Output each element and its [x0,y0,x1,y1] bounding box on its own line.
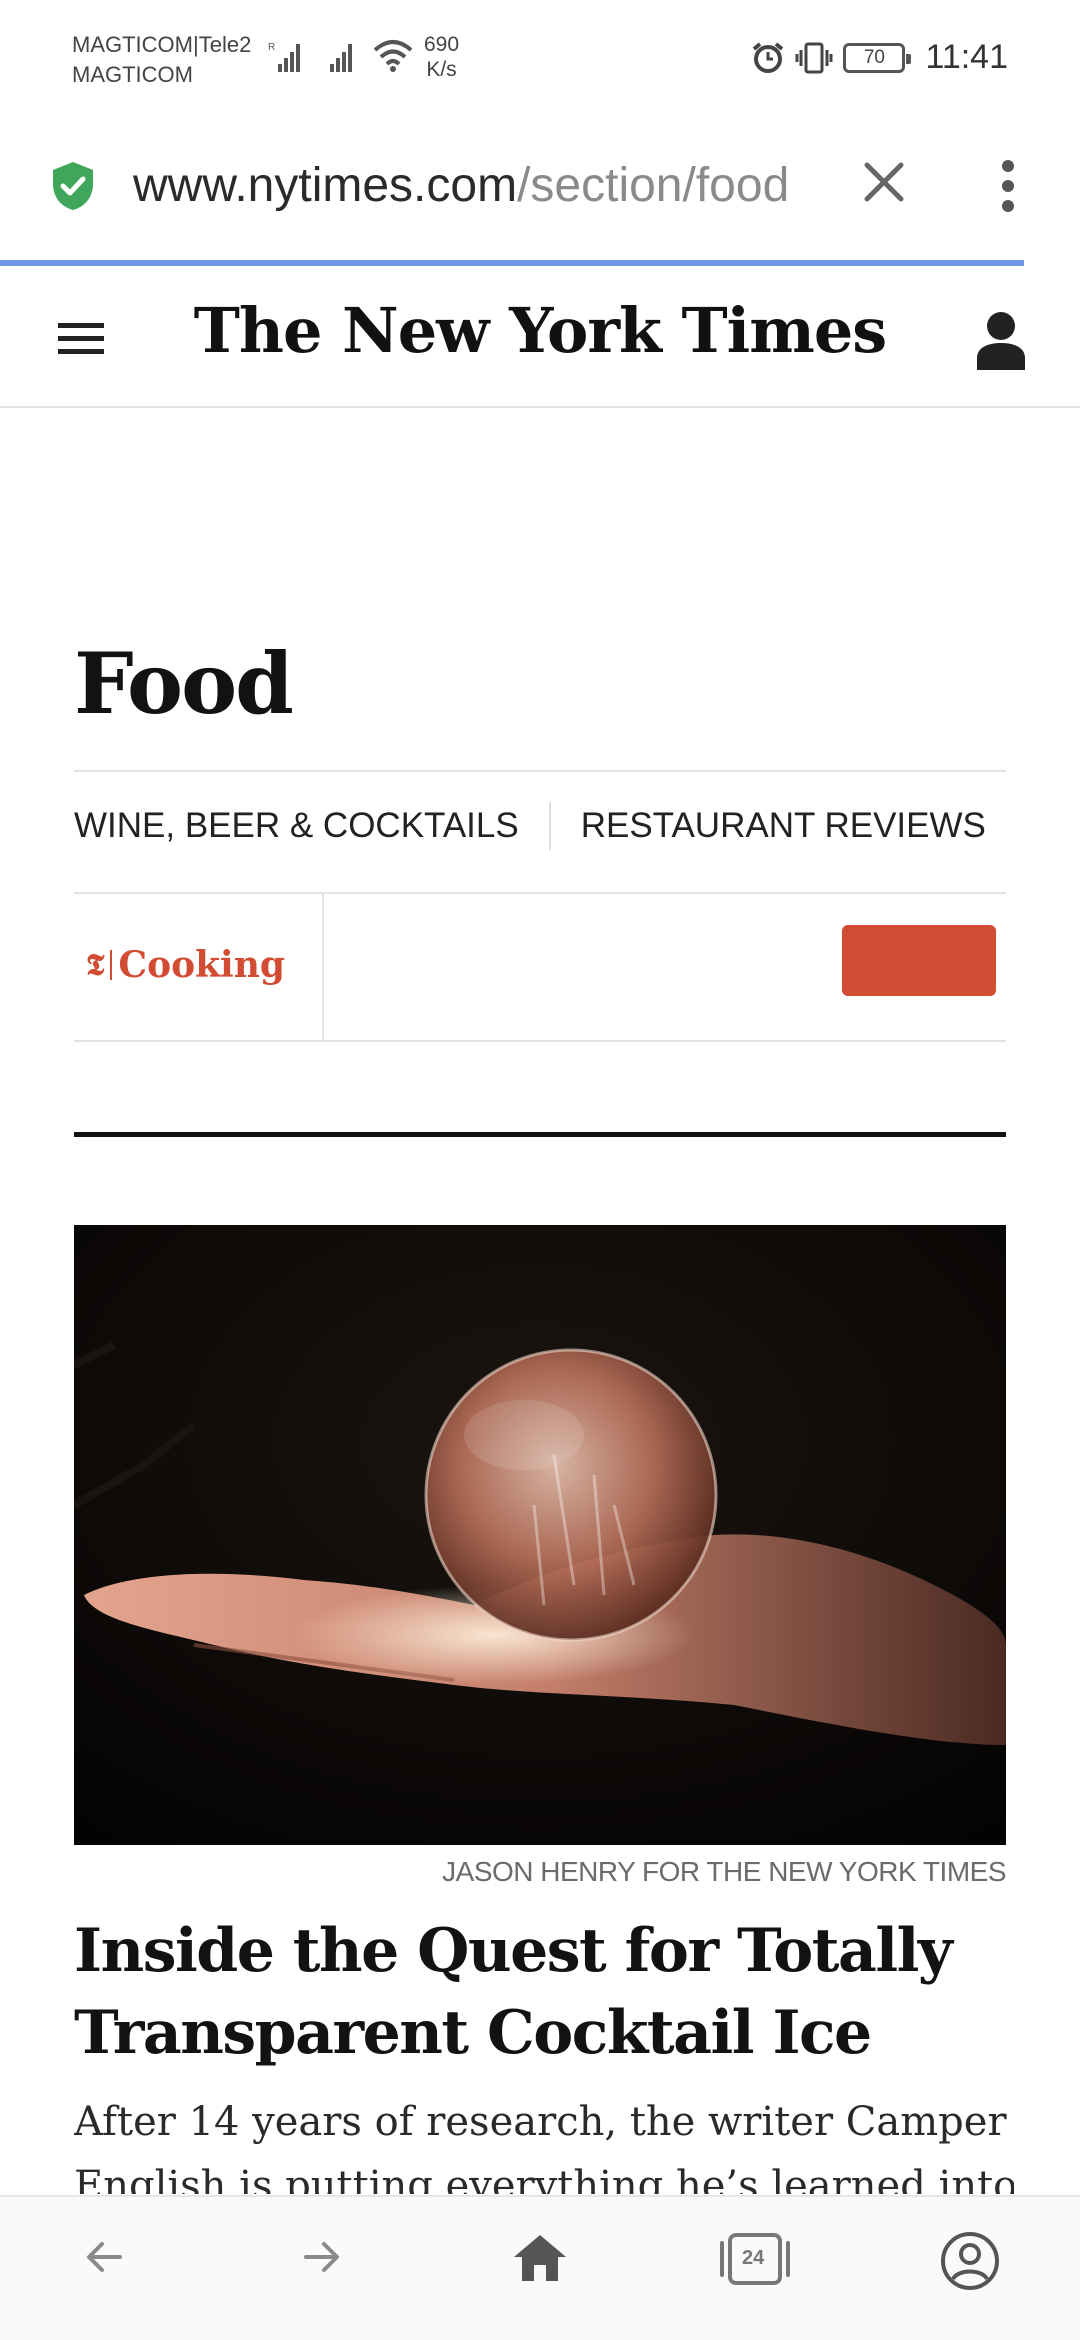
subnav-link-wine-beer-cocktails[interactable]: WINE, BEER & COCKTAILS [74,806,519,846]
article-headline[interactable]: Inside the Quest for Totally Transparent… [74,1910,1006,2074]
divider [74,770,1006,772]
arrow-back-icon[interactable] [84,2237,124,2277]
url-path: /section/food [517,159,790,212]
svg-text:R: R [268,42,275,53]
tabs-button[interactable]: 24 [718,2231,792,2287]
cooking-wordmark: Cooking [118,944,286,986]
subnav-link-restaurant-reviews[interactable]: RESTAURANT REVIEWS [581,806,986,846]
clock: 11:41 [925,38,1008,76]
more-vert-icon[interactable] [1000,158,1016,214]
nyt-t-logo: 𝕿 [86,947,105,983]
article-summary: After 14 years of research, the writer C… [74,2090,1014,2194]
browser-bottom-bar: 24 [0,2195,1080,2340]
section-subnav: WINE, BEER & COCKTAILS RESTAURANT REVIEW… [74,800,986,852]
alarm-icon [753,41,784,73]
signal-icon: R [268,42,300,72]
divider [74,1040,1006,1042]
nyt-header: The New York Times [0,266,1080,408]
shield-check-icon[interactable] [50,160,96,212]
profile-icon[interactable] [940,2231,1000,2291]
section-divider [74,1132,1006,1137]
speed-unit: K/s [426,58,457,81]
home-icon[interactable] [512,2233,568,2283]
page-title: Food [74,634,294,733]
tabs-count: 24 [742,2247,765,2269]
url-field[interactable]: www.nytimes.com/section/food [133,154,789,218]
cooking-promo[interactable]: 𝕿 Cooking [74,894,324,1040]
photo-credit: JASON HENRY FOR THE NEW YORK TIMES [442,1856,1006,1887]
speed-value: 690 [424,33,460,56]
carrier-line-1: MAGTICOM|Tele2 [72,32,252,57]
carrier-info: MAGTICOM|Tele2 MAGTICOM [72,30,251,90]
hero-photo [74,1225,1006,1845]
signal-icon-2 [330,44,352,72]
cooking-logo: 𝕿 Cooking [86,944,285,986]
cooking-cta-button[interactable] [842,925,996,996]
arrow-forward-icon[interactable] [302,2237,342,2277]
hero-image-ice-sphere[interactable] [74,1225,1006,1845]
subnav-separator [548,802,551,850]
nyt-masthead-logo[interactable]: The New York Times [0,294,1080,367]
network-speed: 690 K/s [424,32,459,82]
browser-url-bar: www.nytimes.com/section/food [0,118,1080,266]
carrier-line-2: MAGTICOM [72,62,193,87]
status-bar: MAGTICOM|Tele2 MAGTICOM R 690 K/s 70 11:… [0,0,1080,118]
close-icon[interactable] [862,160,906,204]
vibrate-icon [795,42,833,73]
wifi-icon [373,40,413,72]
status-right: 70 11:41 [751,38,1008,77]
url-host: www.nytimes.com [133,159,518,212]
battery-level: 70 [863,46,885,68]
summary-line-2: English is putting everything he’s learn… [74,2163,1014,2194]
user-icon[interactable] [975,310,1027,370]
summary-line-1: After 14 years of research, the writer C… [74,2099,1007,2145]
battery-indicator: 70 [843,42,912,73]
logo-separator [110,950,113,980]
